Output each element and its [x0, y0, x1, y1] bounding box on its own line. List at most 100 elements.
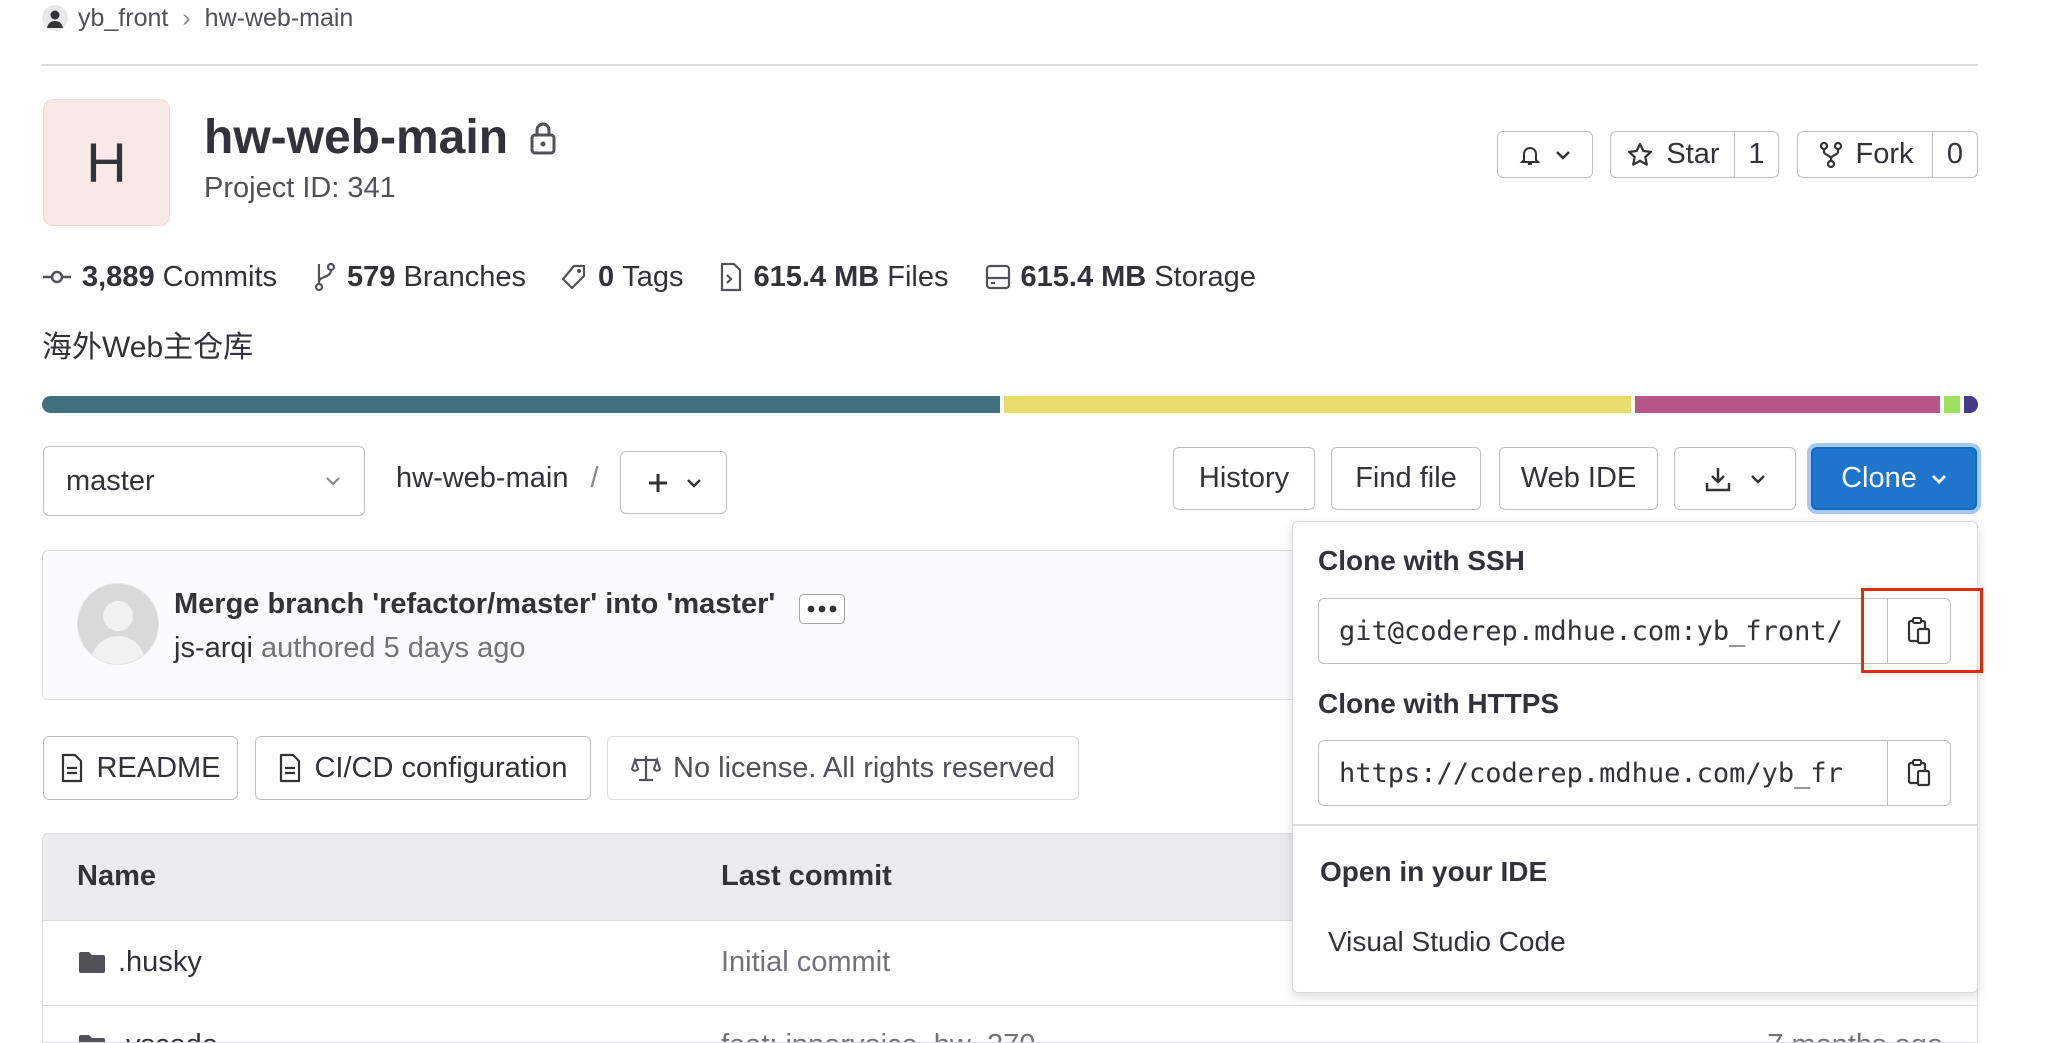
project-avatar-letter: H — [86, 131, 127, 194]
clone-button-label: Clone — [1841, 462, 1917, 494]
chevron-down-icon — [324, 475, 342, 487]
language-segment-2[interactable] — [1004, 396, 1631, 413]
last-commit-panel: Merge branch 'refactor/master' into 'mas… — [42, 550, 1372, 700]
chevron-down-icon — [1555, 149, 1571, 161]
breadcrumb-separator: › — [182, 3, 191, 32]
open-in-ide-title: Open in your IDE — [1320, 856, 1548, 887]
commits-stat[interactable]: 3,889 Commits — [42, 261, 277, 294]
project-name: hw-web-main — [204, 111, 509, 164]
lock-icon — [528, 121, 558, 155]
files-stat[interactable]: 615.4 MB Files — [719, 260, 949, 294]
download-icon — [1704, 465, 1732, 493]
clone-ssh-title: Clone with SSH — [1318, 545, 1525, 576]
commit-title[interactable]: Merge branch 'refactor/master' into 'mas… — [174, 588, 775, 621]
column-header-last-commit: Last commit — [721, 860, 892, 892]
fork-icon — [1818, 141, 1844, 169]
copy-button-highlight — [1861, 588, 1983, 673]
plus-icon — [646, 471, 670, 495]
file-updated-time: 7 months ago — [1767, 1029, 1943, 1042]
download-dropdown-button[interactable] — [1674, 447, 1796, 510]
license-label: No license. All rights reserved — [673, 751, 1055, 784]
ellipsis-icon — [806, 605, 838, 613]
commit-expand-button[interactable] — [799, 594, 845, 624]
column-header-name: Name — [77, 860, 156, 892]
project-id: Project ID: 341 — [204, 172, 396, 204]
commit-meta: js-arqi authored 5 days ago — [174, 632, 525, 665]
file-name-link[interactable]: .vscode — [118, 1029, 218, 1042]
project-description: 海外Web主仓库 — [42, 331, 254, 364]
clone-https-url-field[interactable]: https://coderep.mdhue.com/yb_fr — [1318, 740, 1889, 806]
bell-icon — [1519, 144, 1541, 166]
scale-icon — [631, 754, 661, 782]
storage-label: Storage — [1154, 260, 1256, 293]
repository-language-bar[interactable] — [42, 396, 1978, 413]
breadcrumb: yb_front › hw-web-main — [42, 0, 353, 36]
breadcrumb-divider — [42, 64, 1978, 66]
open-in-vscode-item[interactable]: Visual Studio Code — [1328, 926, 1566, 958]
repo-path-root-link[interactable]: hw-web-main — [396, 462, 568, 495]
commit-time: 5 days ago — [383, 632, 526, 664]
language-segment-3[interactable] — [1635, 396, 1940, 413]
storage-stat[interactable]: 615.4 MB Storage — [985, 261, 1256, 294]
project-avatar[interactable]: H — [43, 99, 170, 226]
branches-count: 579 — [347, 260, 396, 293]
file-last-commit-link[interactable]: Initial commit — [721, 946, 890, 979]
cicd-configuration-button[interactable]: CI/CD configuration — [255, 736, 591, 800]
clone-ssh-url: git@coderep.mdhue.com:yb_front/ — [1339, 615, 1843, 647]
table-row[interactable]: .vscode feat: innervoice_hw_270 7 months… — [43, 1006, 1977, 1042]
branches-label: Branches — [403, 260, 526, 293]
files-label: Files — [887, 260, 949, 293]
fork-count[interactable]: 0 — [1932, 131, 1978, 178]
file-name-link[interactable]: .husky — [118, 946, 202, 979]
history-button[interactable]: History — [1173, 447, 1315, 510]
project-title: hw-web-main — [204, 110, 558, 165]
fork-button[interactable]: Fork — [1797, 131, 1934, 178]
storage-icon — [985, 264, 1011, 290]
breadcrumb-project-link[interactable]: hw-web-main — [205, 4, 354, 33]
language-segment-5[interactable] — [1964, 396, 1978, 413]
tags-stat[interactable]: 0 Tags — [560, 261, 683, 294]
commits-count: 3,889 — [82, 260, 155, 293]
branch-selector-value: master — [66, 464, 155, 497]
clone-dropdown-button[interactable]: Clone — [1811, 447, 1977, 510]
commits-label: Commits — [162, 260, 278, 293]
tag-icon — [560, 263, 588, 291]
license-button[interactable]: No license. All rights reserved — [607, 736, 1079, 800]
star-button[interactable]: Star — [1610, 131, 1736, 178]
folder-icon — [77, 950, 107, 974]
branch-selector[interactable]: master — [43, 446, 365, 516]
star-count[interactable]: 1 — [1734, 131, 1779, 178]
star-icon — [1626, 141, 1654, 169]
author-avatar[interactable] — [77, 583, 159, 665]
document-icon — [60, 753, 84, 783]
branches-stat[interactable]: 579 Branches — [313, 261, 526, 294]
fork-label: Fork — [1855, 138, 1914, 170]
clone-dropdown-panel: Clone with SSH git@coderep.mdhue.com:yb_… — [1292, 521, 1983, 993]
repo-path-breadcrumb: hw-web-main / — [396, 462, 599, 495]
file-last-commit-link[interactable]: feat: innervoice_hw_270 — [721, 1029, 1035, 1042]
breadcrumb-group-link[interactable]: yb_front — [78, 4, 168, 33]
readme-button[interactable]: README — [43, 736, 238, 800]
cicd-label: CI/CD configuration — [314, 751, 568, 784]
copy-https-url-button[interactable] — [1887, 740, 1951, 806]
dropdown-divider — [1293, 824, 1977, 826]
group-avatar-icon[interactable] — [42, 5, 68, 31]
clone-https-url: https://coderep.mdhue.com/yb_fr — [1339, 757, 1843, 789]
add-to-tree-dropdown[interactable] — [620, 451, 727, 514]
file-code-icon — [719, 262, 743, 292]
commit-icon — [42, 267, 72, 287]
find-file-button[interactable]: Find file — [1331, 447, 1481, 510]
language-segment-4[interactable] — [1944, 396, 1960, 413]
repo-path-separator: / — [590, 462, 599, 494]
folder-icon — [77, 1033, 107, 1042]
notification-dropdown-button[interactable] — [1497, 131, 1593, 178]
commit-author-link[interactable]: js-arqi — [174, 632, 253, 664]
chevron-down-icon — [1750, 473, 1766, 485]
star-label: Star — [1666, 138, 1720, 170]
branch-icon — [313, 262, 337, 292]
web-ide-button[interactable]: Web IDE — [1499, 447, 1658, 510]
language-segment-1[interactable] — [42, 396, 1000, 413]
clone-ssh-url-field[interactable]: git@coderep.mdhue.com:yb_front/ — [1318, 598, 1889, 664]
project-stats: 3,889 Commits 579 Branches 0 Tags 615.4 … — [42, 257, 1256, 297]
clone-https-title: Clone with HTTPS — [1318, 688, 1560, 719]
